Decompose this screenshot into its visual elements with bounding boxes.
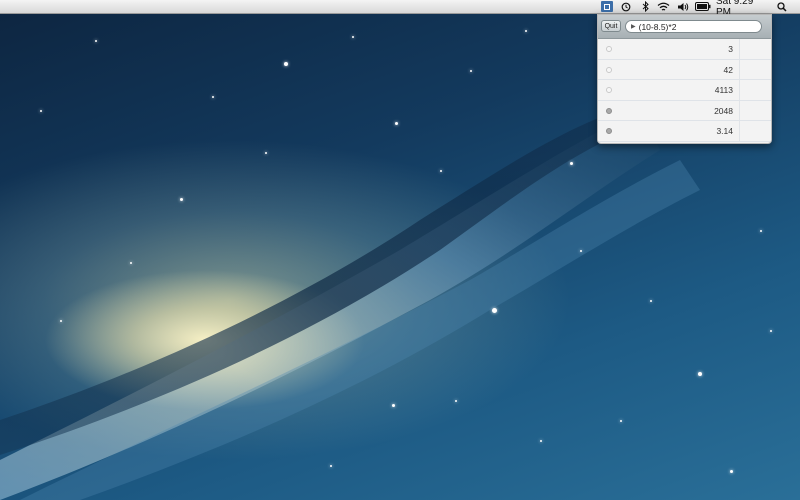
result-value: 3 <box>728 44 733 54</box>
star <box>470 70 472 72</box>
result-marker-icon[interactable] <box>606 87 612 94</box>
star <box>760 230 762 232</box>
spotlight-search-icon[interactable] <box>775 0 789 13</box>
star <box>620 420 622 422</box>
star <box>212 96 214 98</box>
star <box>525 30 527 32</box>
column-separator <box>739 39 740 59</box>
result-marker-icon[interactable] <box>606 107 612 114</box>
wifi-icon[interactable] <box>656 0 670 13</box>
star <box>698 372 702 376</box>
star <box>650 300 652 302</box>
volume-icon[interactable] <box>676 0 689 13</box>
star <box>392 404 395 407</box>
menu-bar: Sat 9:29 PM <box>0 0 800 18</box>
star <box>352 36 354 38</box>
result-row[interactable]: 3.14 <box>598 121 771 142</box>
star <box>570 162 573 165</box>
star <box>580 250 582 252</box>
menu-bar-clock[interactable]: Sat 9:29 PM <box>716 0 770 18</box>
result-row[interactable]: 42 <box>598 59 771 81</box>
column-separator <box>739 121 740 141</box>
star <box>40 110 42 112</box>
quit-button[interactable]: Quit <box>601 20 621 32</box>
star <box>395 122 398 125</box>
column-separator <box>739 100 740 121</box>
star <box>440 170 442 172</box>
star <box>95 40 97 42</box>
star <box>265 152 267 154</box>
expression-value: (10-8.5)*2 <box>638 21 677 32</box>
column-separator <box>739 80 740 100</box>
star <box>770 330 772 332</box>
result-value: 3.14 <box>716 126 733 137</box>
result-row[interactable]: 4113 <box>598 80 771 101</box>
star <box>180 198 183 201</box>
star <box>284 62 288 66</box>
result-value: 2048 <box>714 105 733 116</box>
time-machine-icon[interactable] <box>620 0 632 13</box>
star <box>60 320 62 322</box>
star <box>492 308 497 313</box>
calculator-popup: Quit ▶ (10-8.5)*2 3 42 4113 2048 3.14 <box>597 14 772 144</box>
result-row[interactable]: 2048 <box>598 100 771 122</box>
calculator-app-icon[interactable] <box>601 1 613 12</box>
bluetooth-icon[interactable] <box>640 0 650 13</box>
popup-toolbar: Quit ▶ (10-8.5)*2 <box>598 15 771 39</box>
result-marker-icon[interactable] <box>606 46 612 52</box>
result-row[interactable]: 3 <box>598 39 771 60</box>
star <box>455 400 457 402</box>
play-arrow-icon: ▶ <box>631 24 636 30</box>
column-separator <box>739 59 740 80</box>
result-value: 4113 <box>714 85 733 96</box>
star <box>730 470 733 473</box>
result-value: 42 <box>723 64 733 75</box>
result-marker-icon[interactable] <box>606 66 612 73</box>
star <box>130 262 132 264</box>
battery-icon[interactable] <box>694 0 711 13</box>
star <box>540 440 542 442</box>
expression-input[interactable]: ▶ (10-8.5)*2 <box>625 20 762 33</box>
results-list: 3 42 4113 2048 3.14 <box>598 39 771 142</box>
result-marker-icon[interactable] <box>606 128 612 135</box>
star <box>330 465 332 467</box>
